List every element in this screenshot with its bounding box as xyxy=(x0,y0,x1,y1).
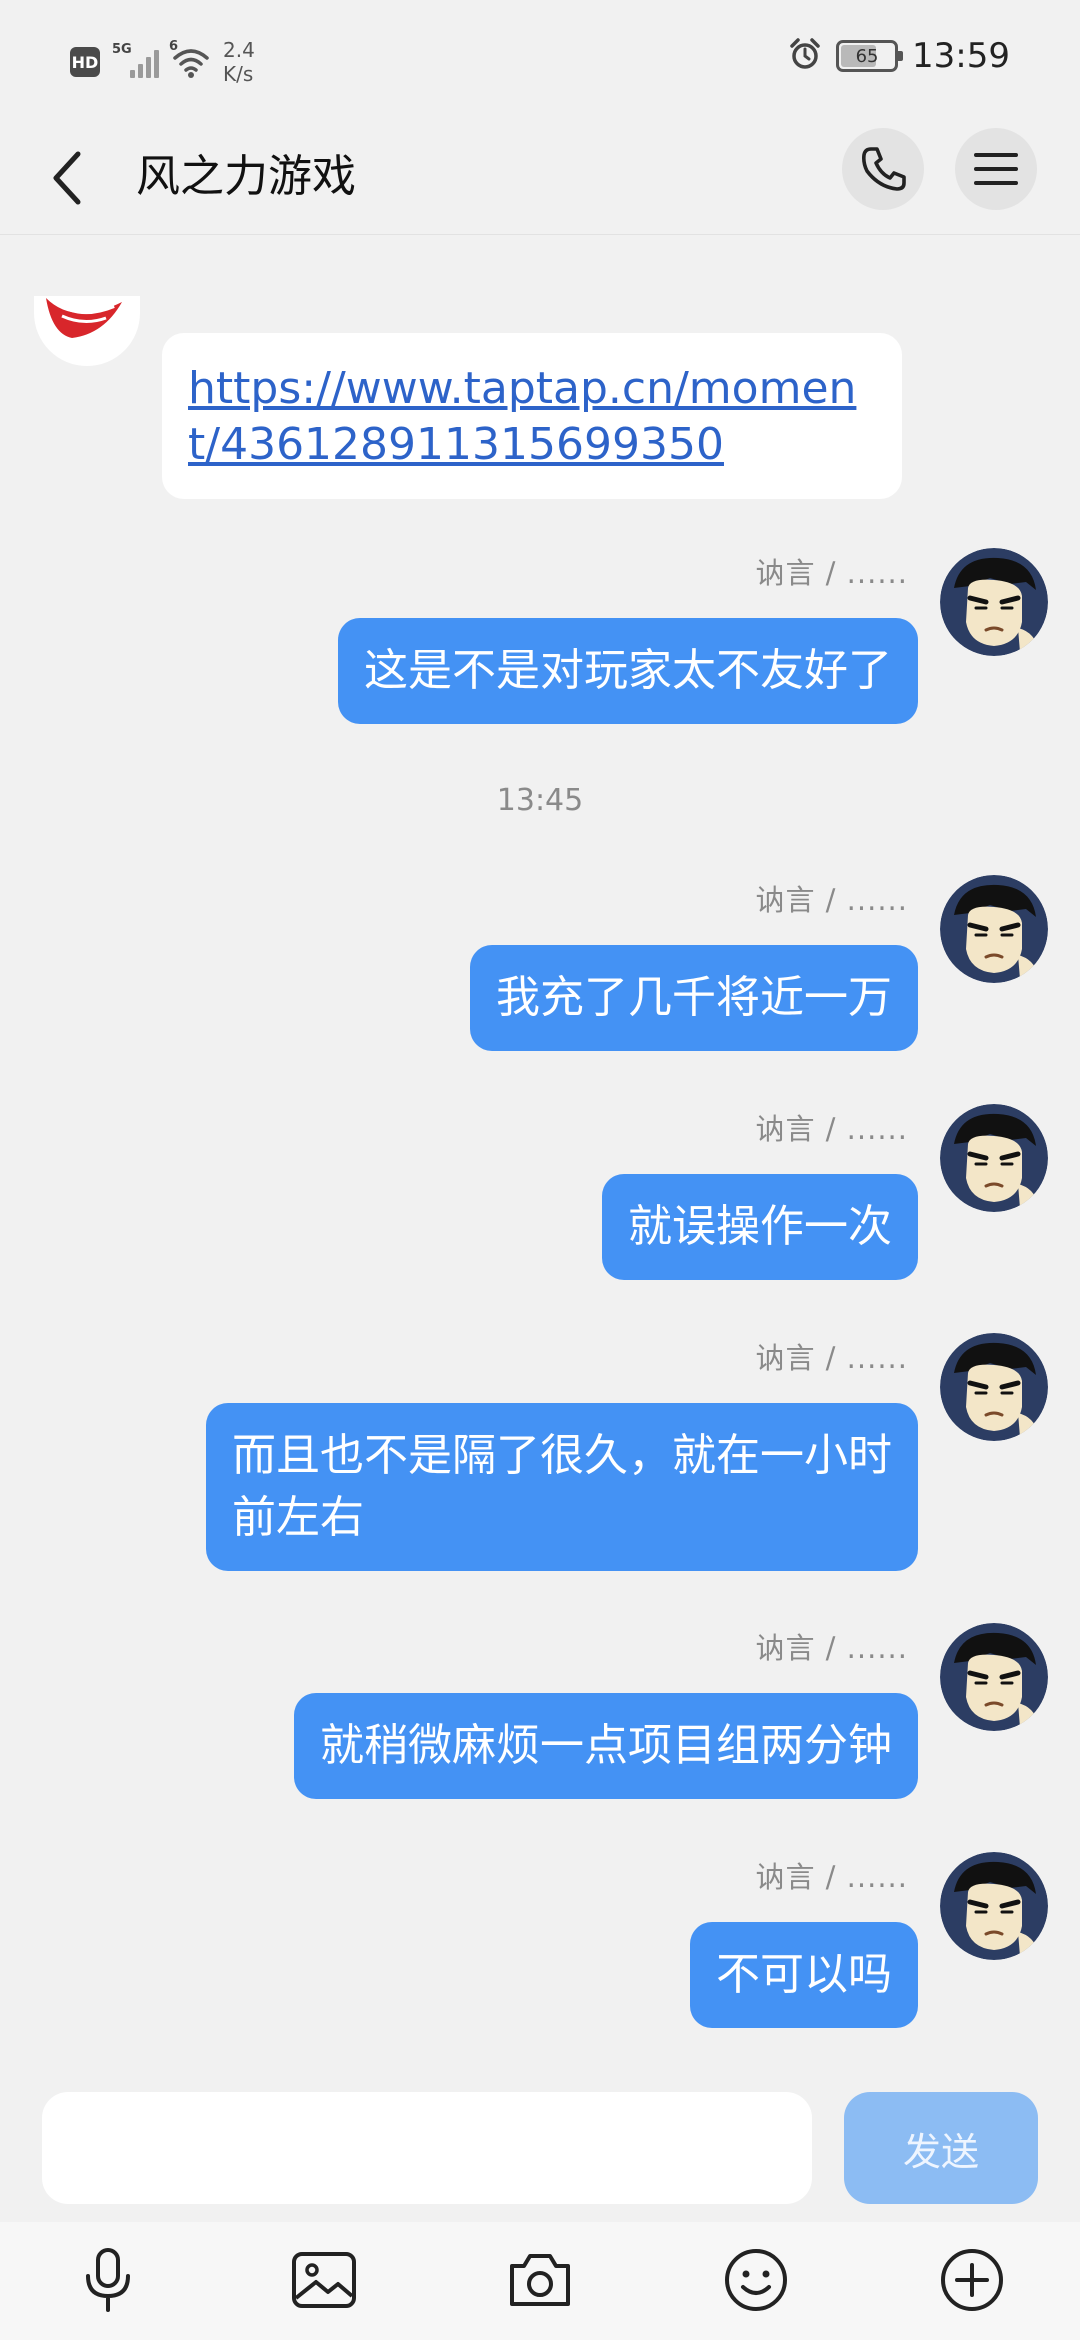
phone-icon xyxy=(862,147,906,191)
chat-header: 风之力游戏 xyxy=(0,120,1080,235)
call-button[interactable] xyxy=(842,128,924,210)
user-avatar[interactable] xyxy=(940,1623,1048,1731)
outgoing-message[interactable]: 而且也不是隔了很久，就在一小时 前左右 xyxy=(206,1403,918,1571)
outgoing-message[interactable]: 我充了几千将近一万 xyxy=(470,945,918,1051)
outgoing-message[interactable]: 不可以吗 xyxy=(690,1922,918,2028)
network-type: 5G xyxy=(112,42,132,57)
camera-button[interactable] xyxy=(500,2240,580,2320)
user-avatar[interactable] xyxy=(940,548,1048,656)
plus-icon xyxy=(941,2249,1003,2311)
user-avatar[interactable] xyxy=(940,875,1048,983)
send-button[interactable]: 发送 xyxy=(844,2092,1038,2204)
wifi-icon: 6 xyxy=(169,39,211,79)
network-speed: 2.4 K/s xyxy=(223,38,255,86)
user-avatar[interactable] xyxy=(940,1852,1048,1960)
incoming-message: https://www.taptap.cn/moment/43612891131… xyxy=(162,333,902,499)
more-button[interactable] xyxy=(932,2240,1012,2320)
sender-name: 讷言 / ...... xyxy=(755,1631,908,1665)
battery-icon: 65 xyxy=(836,40,904,72)
cellular-signal-icon: 5G xyxy=(112,42,159,78)
image-button[interactable] xyxy=(284,2240,364,2320)
battery-level: 65 xyxy=(855,45,879,67)
back-button[interactable] xyxy=(30,140,106,216)
emoji-icon xyxy=(725,2249,787,2311)
hd-badge: HD xyxy=(70,47,100,77)
camera-icon xyxy=(510,2254,570,2306)
message-link[interactable]: https://www.taptap.cn/moment/43612891131… xyxy=(188,363,856,470)
wifi-tag: 6 xyxy=(169,39,179,54)
sender-name: 讷言 / ...... xyxy=(755,1341,908,1375)
emoji-button[interactable] xyxy=(716,2240,796,2320)
image-icon xyxy=(292,2252,356,2308)
menu-icon xyxy=(974,153,1018,185)
status-bar: HD 5G 6 2.4 K/s 65 13:59 xyxy=(0,0,1080,120)
user-avatar[interactable] xyxy=(940,1104,1048,1212)
chat-title: 风之力游戏 xyxy=(136,151,356,202)
microphone-icon xyxy=(86,2248,130,2312)
alarm-icon xyxy=(788,37,822,75)
sender-name: 讷言 / ...... xyxy=(755,1112,908,1146)
wind-logo-icon xyxy=(46,298,122,338)
menu-button[interactable] xyxy=(955,128,1037,210)
timestamp: 13:45 xyxy=(496,783,584,818)
sender-name: 讷言 / ...... xyxy=(755,556,908,590)
input-toolbar xyxy=(0,2222,1080,2340)
user-avatar[interactable] xyxy=(940,1333,1048,1441)
outgoing-message[interactable]: 这是不是对玩家太不友好了 xyxy=(338,618,918,724)
sender-name: 讷言 / ...... xyxy=(755,1860,908,1894)
outgoing-message[interactable]: 就稍微麻烦一点项目组两分钟 xyxy=(294,1693,918,1799)
sender-name: 讷言 / ...... xyxy=(755,883,908,917)
contact-avatar[interactable] xyxy=(34,296,140,366)
back-arrow-icon xyxy=(53,151,81,205)
message-input[interactable] xyxy=(42,2092,812,2204)
status-time: 13:59 xyxy=(912,36,1010,76)
outgoing-message[interactable]: 就误操作一次 xyxy=(602,1174,918,1280)
voice-button[interactable] xyxy=(68,2240,148,2320)
